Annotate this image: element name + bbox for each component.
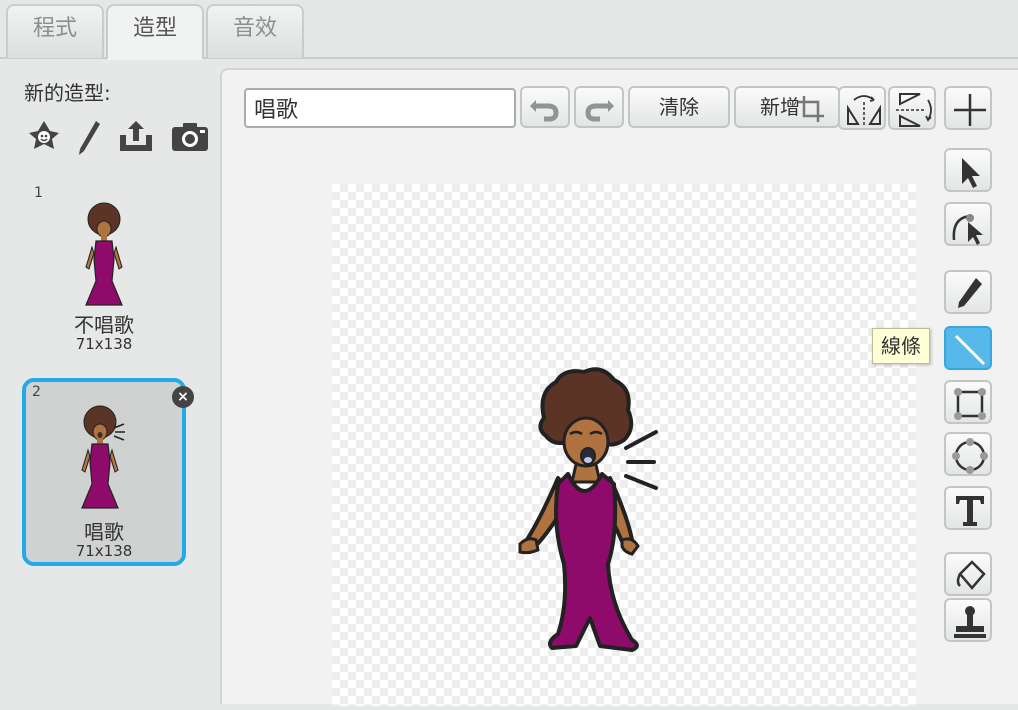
costume-number: 2 — [32, 384, 41, 400]
costume-name: 唱歌 — [84, 520, 124, 544]
ellipse-icon[interactable] — [944, 432, 992, 476]
costume-thumbnail — [81, 405, 125, 509]
costume-name: 不唱歌 — [74, 313, 134, 337]
redo-icon — [585, 100, 614, 122]
text-icon[interactable] — [944, 486, 992, 530]
tab-bar: 程式 造型 音效 — [0, 0, 1018, 60]
costume-number: 1 — [34, 185, 43, 201]
tab-costumes[interactable]: 造型 — [106, 4, 204, 60]
camera-icon[interactable] — [170, 117, 210, 157]
clear-button[interactable]: 清除 — [628, 86, 730, 128]
flip-horizontal-icon[interactable] — [838, 86, 886, 130]
drawing-canvas[interactable] — [332, 184, 916, 706]
crop-icon[interactable] — [788, 86, 836, 130]
line-icon[interactable] — [944, 326, 992, 370]
costume-size: 71x138 — [75, 335, 133, 353]
stamp-icon[interactable] — [944, 598, 992, 642]
tab-scripts[interactable]: 程式 — [6, 4, 104, 58]
undo-icon — [530, 100, 559, 122]
tab-sounds[interactable]: 音效 — [206, 4, 304, 58]
costume-name-input[interactable] — [244, 88, 516, 128]
delete-costume-button[interactable]: × — [172, 386, 194, 408]
costume-size: 71x138 — [75, 542, 133, 560]
upload-file-icon[interactable] — [116, 117, 156, 157]
new-costume-label: 新的造型: — [24, 81, 111, 105]
costume-item[interactable]: 1 不唱歌 71x138 — [22, 179, 186, 367]
reshape-icon[interactable] — [944, 202, 992, 246]
choose-from-library-icon[interactable] — [24, 117, 64, 157]
costume-thumbnail — [85, 202, 123, 306]
fill-bucket-icon[interactable] — [944, 552, 992, 596]
paint-brush-icon[interactable] — [68, 117, 108, 157]
set-center-icon[interactable] — [944, 86, 992, 130]
singer-sprite — [518, 367, 658, 652]
rectangle-icon[interactable] — [944, 380, 992, 424]
select-icon[interactable] — [944, 148, 992, 192]
pencil-icon[interactable] — [944, 270, 992, 314]
new-costume-toolbar — [24, 117, 214, 157]
costume-list-panel: 新的造型: 1 不唱歌 71x138 2 × 唱歌 71x138 — [8, 59, 220, 704]
costume-item-selected[interactable]: 2 × 唱歌 71x138 — [22, 378, 194, 566]
paint-editor: 清除 新增 — [220, 68, 1018, 706]
undo-button[interactable] — [520, 86, 570, 128]
tool-tooltip: 線條 — [872, 328, 930, 364]
redo-button[interactable] — [574, 86, 624, 128]
flip-vertical-icon[interactable] — [888, 86, 936, 130]
